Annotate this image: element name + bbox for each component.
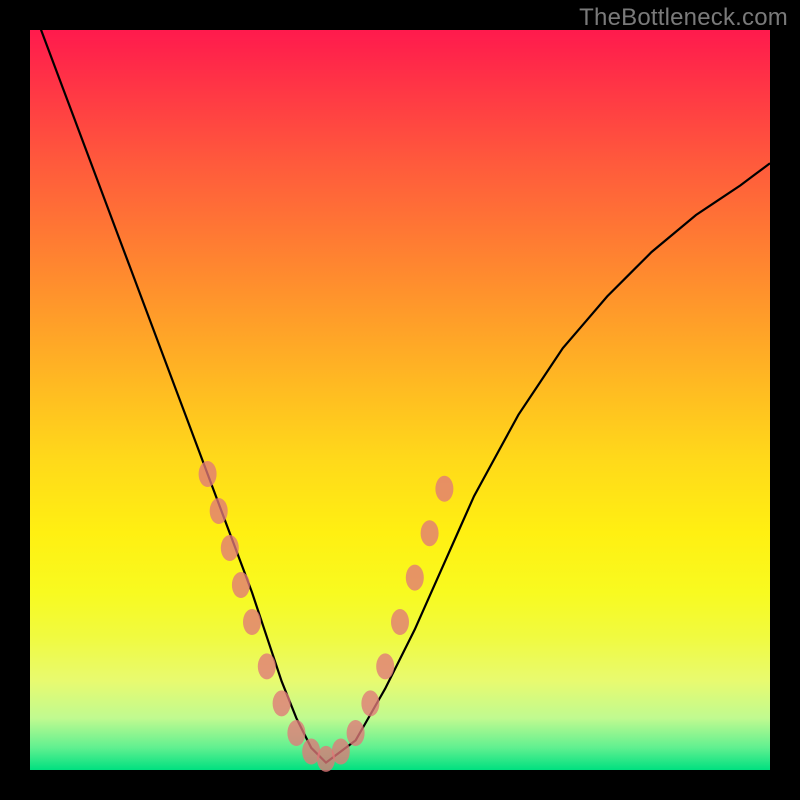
curve-marker — [332, 739, 350, 765]
curve-marker — [376, 653, 394, 679]
curve-marker — [243, 609, 261, 635]
bottleneck-curve-svg — [30, 30, 770, 770]
chart-frame: TheBottleneck.com — [0, 0, 800, 800]
curve-marker — [273, 690, 291, 716]
curve-marker — [435, 476, 453, 502]
curve-marker — [210, 498, 228, 524]
curve-marker — [199, 461, 217, 487]
curve-marker — [287, 720, 305, 746]
curve-marker — [258, 653, 276, 679]
curve-marker — [421, 520, 439, 546]
curve-marker — [221, 535, 239, 561]
plot-area — [30, 30, 770, 770]
watermark-text: TheBottleneck.com — [579, 4, 788, 32]
curve-marker — [347, 720, 365, 746]
curve-markers — [199, 461, 454, 772]
bottleneck-curve-path — [30, 0, 770, 762]
curve-marker — [391, 609, 409, 635]
curve-marker — [232, 572, 250, 598]
curve-marker — [406, 565, 424, 591]
curve-marker — [361, 690, 379, 716]
